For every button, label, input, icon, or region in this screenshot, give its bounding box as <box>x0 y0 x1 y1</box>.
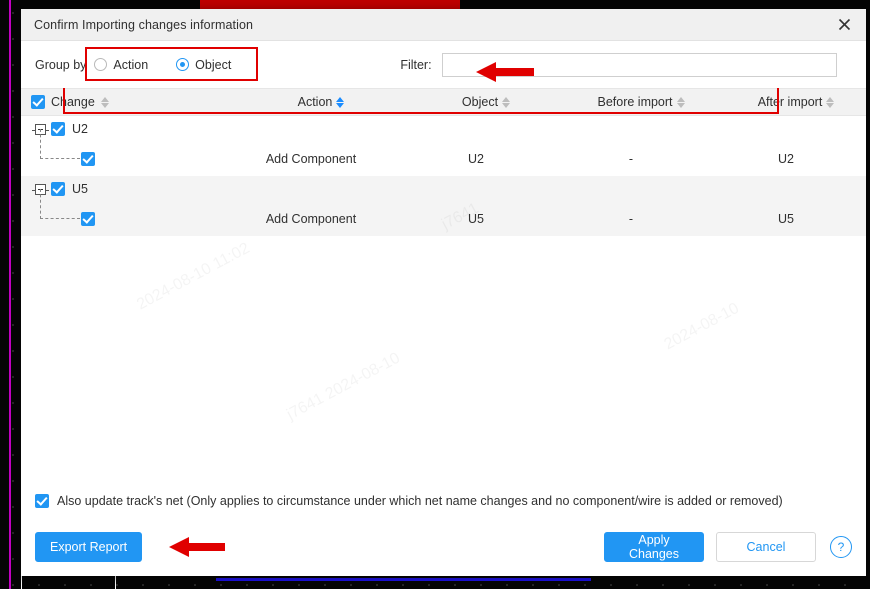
table-row[interactable]: U5 <box>21 176 866 202</box>
row-checkbox-u2-child[interactable] <box>81 152 95 166</box>
filter-group: Filter: <box>400 52 837 77</box>
cell-before-import: - <box>628 152 634 166</box>
table-header-row: Change Action Object Before import After… <box>21 88 866 116</box>
radio-group-by-object[interactable]: Object <box>176 58 231 72</box>
watermark: j7641 2024-08-10 <box>284 350 403 425</box>
table-group-u5: U5 Add Component U5 - U5 <box>21 176 866 236</box>
radio-object-label: Object <box>195 57 232 72</box>
pcb-blue-trace <box>216 578 591 581</box>
dialog-titlebar: Confirm Importing changes information <box>21 9 866 41</box>
update-track-net-checkbox[interactable] <box>35 494 49 508</box>
column-header-after-import-label: After import <box>757 95 823 109</box>
changes-table: Change Action Object Before import After… <box>21 88 866 484</box>
tree-connector-line <box>40 189 80 219</box>
sort-icon-after-import[interactable] <box>826 96 835 108</box>
column-header-before-import[interactable]: Before import <box>561 95 721 109</box>
radio-object-indicator[interactable] <box>176 58 190 71</box>
cell-after-import: U5 <box>778 212 794 226</box>
filter-label: Filter: <box>400 57 432 72</box>
cell-after-import: U2 <box>778 152 794 166</box>
sort-icon-action[interactable] <box>336 96 345 108</box>
pcb-magenta-boundary-line <box>9 0 11 589</box>
cancel-button[interactable]: Cancel <box>716 532 816 562</box>
dialog-title: Confirm Importing changes information <box>34 17 254 32</box>
filter-input[interactable] <box>441 52 837 77</box>
column-header-action-label: Action <box>297 95 333 109</box>
radio-group-by-action[interactable]: Action <box>94 58 148 72</box>
cell-before-import: - <box>628 212 634 226</box>
column-header-after-import[interactable]: After import <box>721 95 866 109</box>
column-header-action[interactable]: Action <box>231 95 411 109</box>
help-icon[interactable]: ? <box>830 536 852 558</box>
tree-connector-line <box>40 129 80 159</box>
table-row[interactable]: U2 <box>21 116 866 142</box>
group-by-label: Group by <box>35 57 87 72</box>
export-report-button[interactable]: Export Report <box>35 532 143 562</box>
annotation-arrow-export-report <box>169 536 227 563</box>
tree-child-cell-u5 <box>21 189 221 236</box>
close-icon[interactable] <box>822 9 866 40</box>
table-row[interactable]: Add Component U5 - U5 <box>21 189 866 236</box>
select-all-checkbox[interactable] <box>31 95 45 109</box>
column-header-change-label: Change <box>51 95 95 109</box>
cell-action: Add Component <box>265 152 357 166</box>
radio-action-indicator[interactable] <box>94 58 108 71</box>
table-group-u2: U2 Add Component U2 - U2 <box>21 116 866 176</box>
table-row[interactable]: Add Component U2 - U2 <box>21 129 866 176</box>
table-body: U2 Add Component U2 - U2 U5 Add Componen… <box>21 116 866 236</box>
watermark: 2024-08-10 <box>662 300 743 354</box>
column-header-object-label: Object <box>461 95 499 109</box>
radio-action-label: Action <box>113 57 149 72</box>
watermark: 2024-08-10 11:02 <box>134 240 253 315</box>
dialog-controls-row: Group by Action Object Filter: <box>21 41 866 88</box>
tree-child-cell-u2 <box>21 129 221 176</box>
update-track-net-row[interactable]: Also update track's net (Only applies to… <box>21 484 866 518</box>
sort-icon-change[interactable] <box>100 96 109 108</box>
column-header-before-import-label: Before import <box>597 95 673 109</box>
column-header-object[interactable]: Object <box>411 95 561 109</box>
sort-icon-object[interactable] <box>502 96 511 108</box>
confirm-import-dialog: Confirm Importing changes information Gr… <box>21 9 866 576</box>
apply-changes-button[interactable]: Apply Changes <box>604 532 704 562</box>
cell-object: U5 <box>468 212 484 226</box>
cell-action: Add Component <box>265 212 357 226</box>
dialog-footer: Export Report Apply Changes Cancel ? <box>21 518 866 576</box>
row-checkbox-u5-child[interactable] <box>81 212 95 226</box>
update-track-net-label: Also update track's net (Only applies to… <box>57 494 783 508</box>
cell-object: U2 <box>468 152 484 166</box>
sort-icon-before-import[interactable] <box>676 96 685 108</box>
column-header-change[interactable]: Change <box>21 95 231 109</box>
